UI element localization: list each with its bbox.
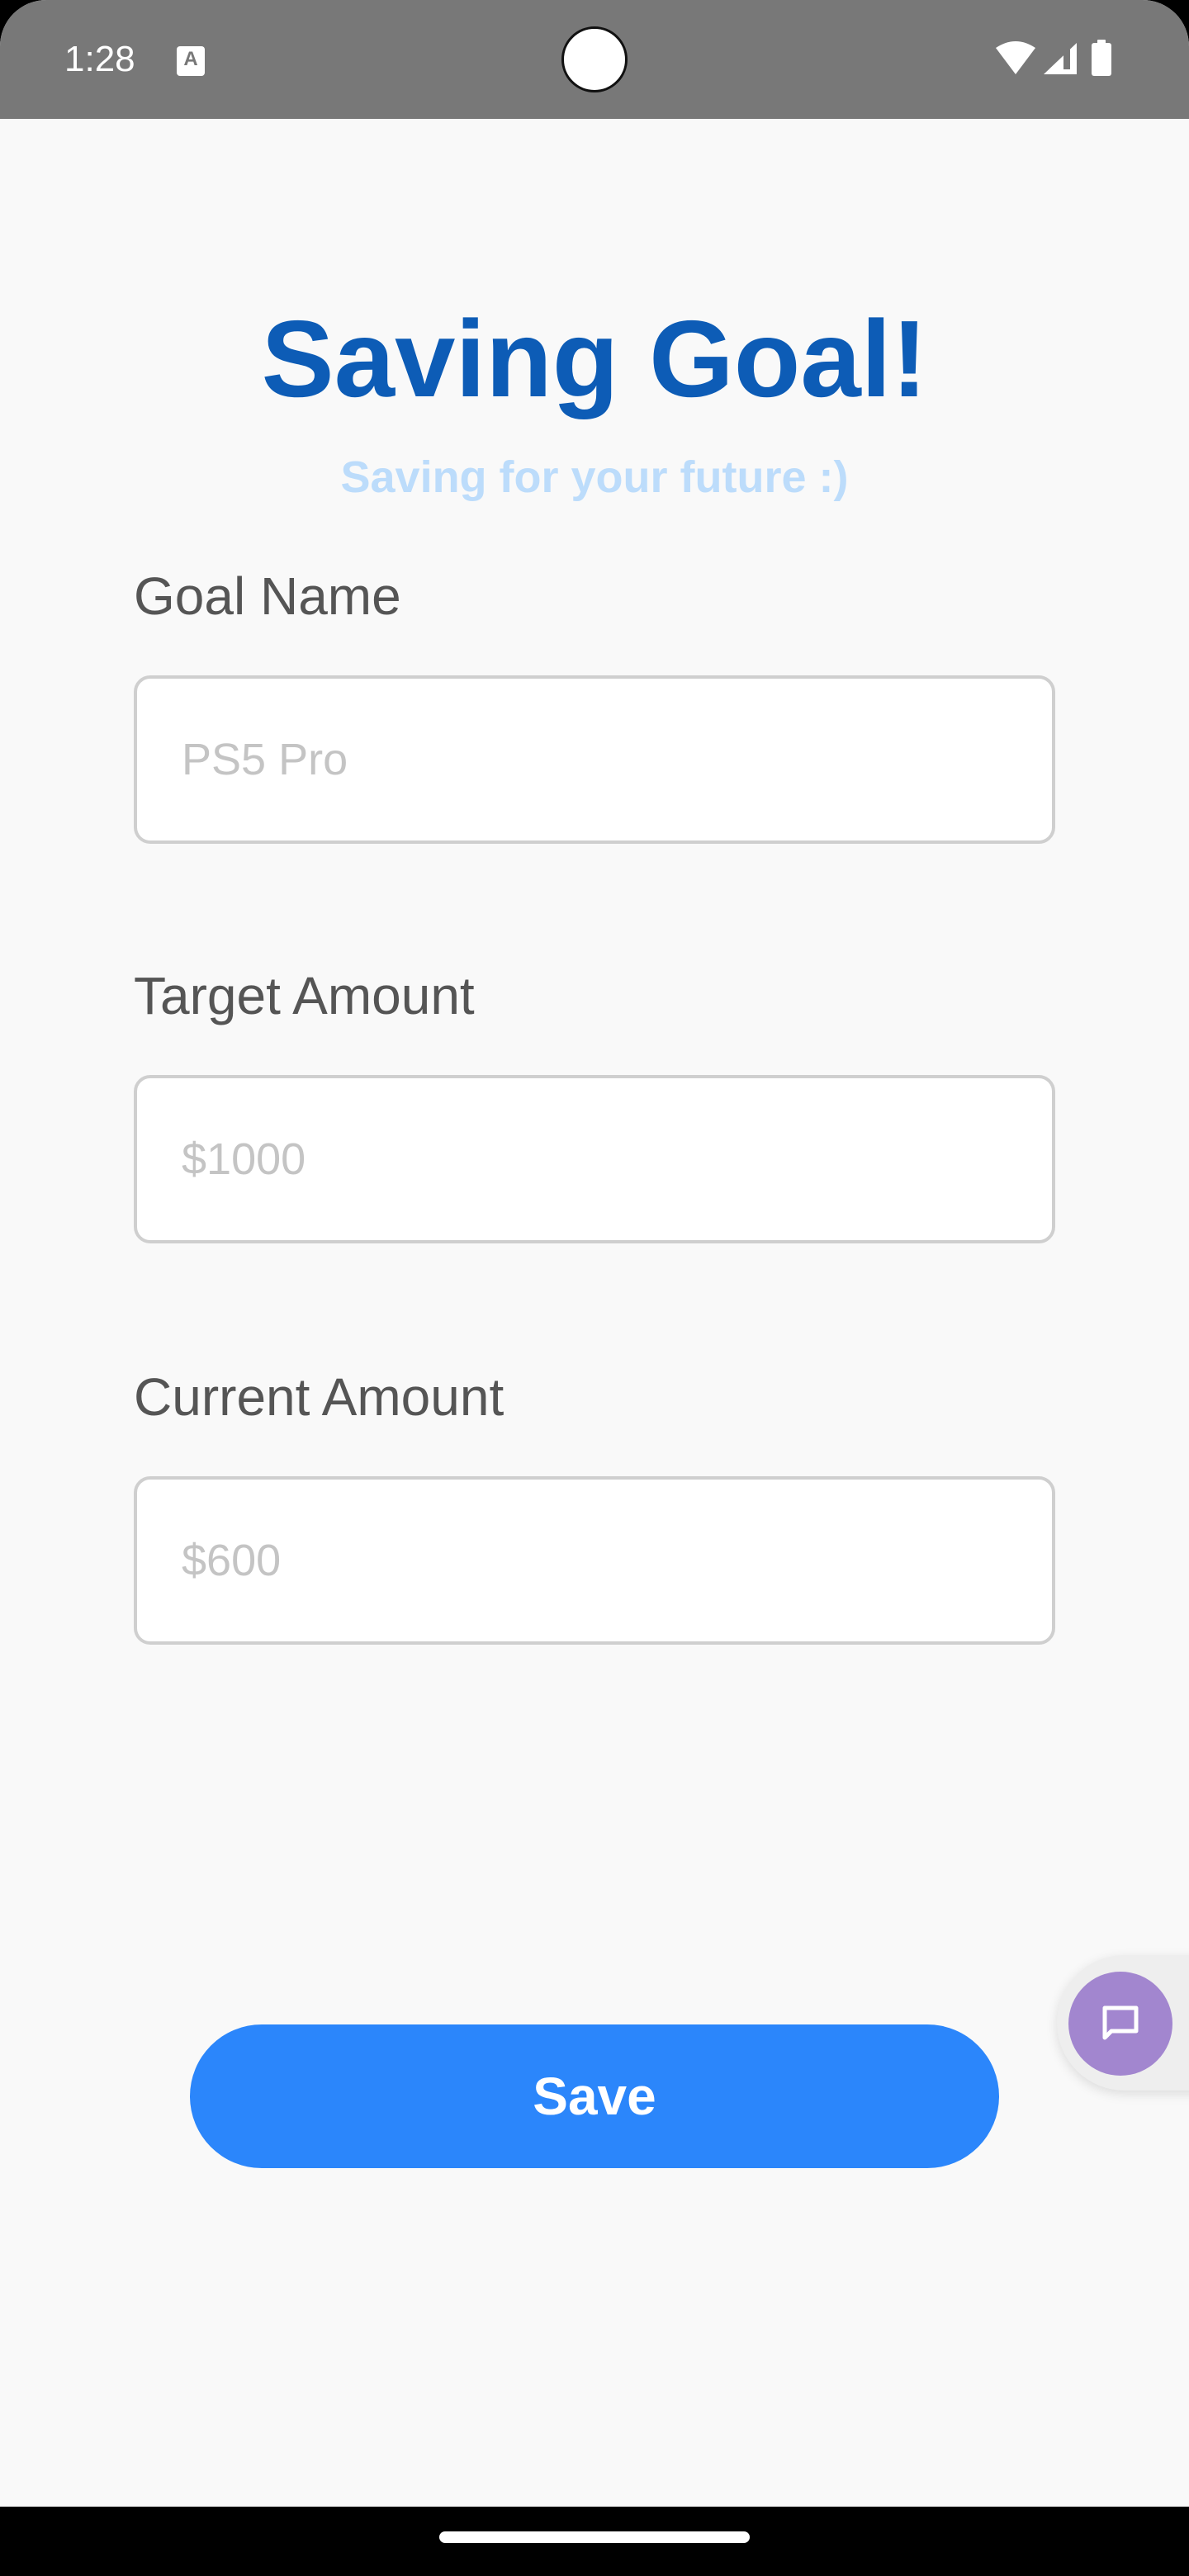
- page-title: Saving Goal!: [261, 298, 928, 419]
- battery-icon: [1092, 40, 1111, 76]
- home-gesture-handle[interactable]: [439, 2531, 750, 2543]
- wifi-icon: [996, 41, 1035, 74]
- goal-name-label: Goal Name: [134, 566, 401, 626]
- chat-button[interactable]: [1068, 1972, 1172, 2076]
- target-amount-input[interactable]: [134, 1075, 1055, 1243]
- status-time: 1:28: [64, 39, 135, 79]
- current-amount-label: Current Amount: [134, 1367, 504, 1427]
- navigation-bar: [0, 2507, 1189, 2576]
- notification-letter: A: [183, 48, 198, 70]
- chat-bubble-icon: [1102, 2005, 1139, 2040]
- goal-name-input[interactable]: [134, 675, 1055, 844]
- page-subtitle: Saving for your future :): [340, 452, 849, 502]
- signal-icon: [1044, 43, 1077, 74]
- save-button[interactable]: Save: [190, 2024, 999, 2168]
- camera-cutout: [561, 26, 628, 92]
- target-amount-label: Target Amount: [134, 966, 475, 1025]
- a-letter-icon: A: [177, 46, 205, 76]
- current-amount-input[interactable]: [134, 1476, 1055, 1645]
- status-icons: [991, 38, 1123, 81]
- app-screen: 1:28 A Saving Goal! Saving for your futu…: [0, 0, 1189, 2576]
- status-bar: 1:28 A: [0, 0, 1189, 119]
